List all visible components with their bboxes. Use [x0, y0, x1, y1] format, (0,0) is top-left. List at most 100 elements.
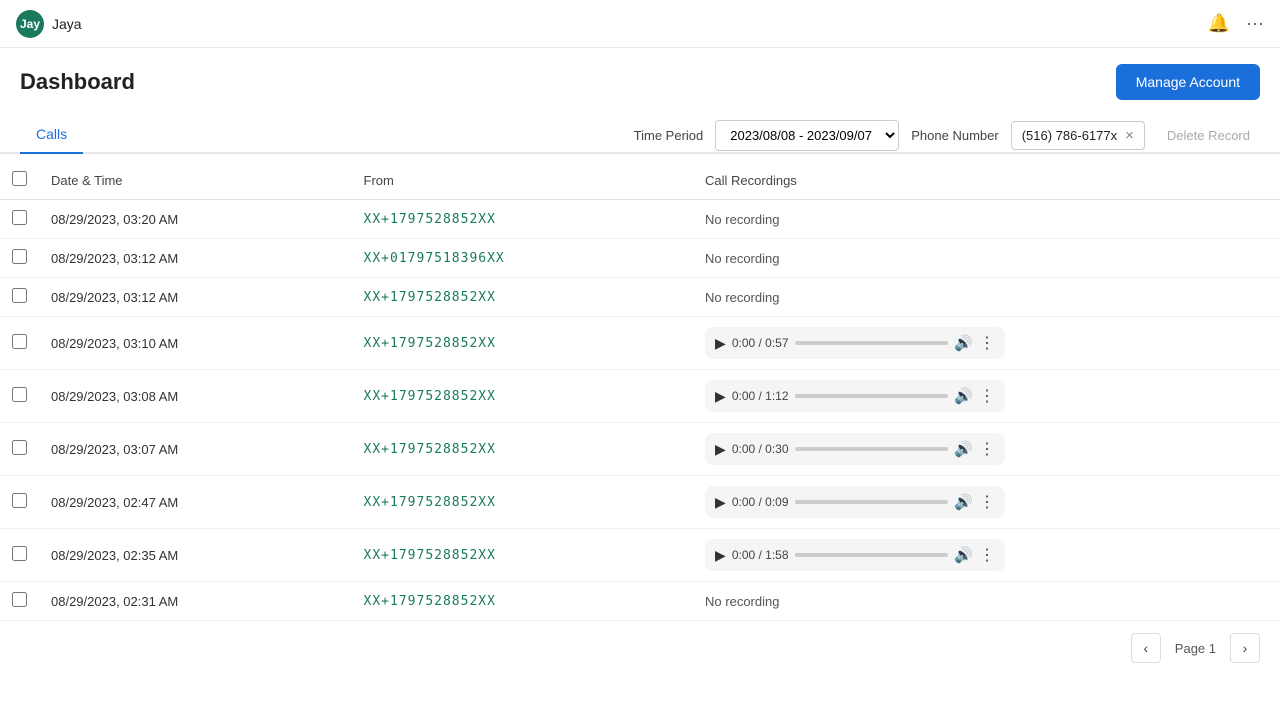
- row-checkbox-cell: [0, 370, 39, 423]
- audio-time: 0:00 / 0:09: [732, 495, 789, 509]
- row-datetime: 08/29/2023, 02:35 AM: [39, 529, 352, 582]
- volume-button[interactable]: 🔊: [954, 493, 973, 511]
- row-from: XX+1797528852XX: [352, 529, 694, 582]
- no-recording-label: No recording: [705, 212, 779, 227]
- row-checkbox[interactable]: [12, 493, 27, 508]
- row-recording: ▶ 0:00 / 1:12 🔊 ⋮: [693, 370, 1280, 423]
- row-checkbox[interactable]: [12, 440, 27, 455]
- row-checkbox[interactable]: [12, 210, 27, 225]
- row-checkbox[interactable]: [12, 288, 27, 303]
- row-from: XX+1797528852XX: [352, 370, 694, 423]
- audio-more-button[interactable]: ⋮: [979, 333, 995, 353]
- audio-more-button[interactable]: ⋮: [979, 386, 995, 406]
- row-datetime: 08/29/2023, 03:10 AM: [39, 317, 352, 370]
- row-datetime: 08/29/2023, 03:12 AM: [39, 278, 352, 317]
- page-title: Dashboard: [20, 69, 135, 95]
- play-button[interactable]: ▶: [715, 494, 726, 511]
- prev-page-button[interactable]: ‹: [1131, 633, 1161, 663]
- audio-time: 0:00 / 1:58: [732, 548, 789, 562]
- more-options-button[interactable]: ···: [1246, 13, 1264, 34]
- pagination-row: ‹ Page 1 ›: [0, 621, 1280, 675]
- row-recording: ▶ 0:00 / 0:30 🔊 ⋮: [693, 423, 1280, 476]
- table-row: 08/29/2023, 03:07 AMXX+1797528852XX ▶ 0:00…: [0, 423, 1280, 476]
- more-icon: ···: [1246, 13, 1264, 34]
- row-checkbox[interactable]: [12, 592, 27, 607]
- col-recordings: Call Recordings: [693, 161, 1280, 200]
- volume-button[interactable]: 🔊: [954, 387, 973, 405]
- row-from: XX+1797528852XX: [352, 200, 694, 239]
- row-from: XX+1797528852XX: [352, 278, 694, 317]
- row-recording: No recording: [693, 278, 1280, 317]
- row-from: XX+01797518396XX: [352, 239, 694, 278]
- audio-player: ▶ 0:00 / 1:12 🔊 ⋮: [705, 380, 1005, 412]
- audio-player: ▶ 0:00 / 0:09 🔊 ⋮: [705, 486, 1005, 518]
- row-from: XX+1797528852XX: [352, 423, 694, 476]
- row-checkbox-cell: [0, 423, 39, 476]
- progress-bar[interactable]: [795, 500, 949, 504]
- row-checkbox-cell: [0, 582, 39, 621]
- page-label: Page 1: [1169, 641, 1222, 656]
- row-recording: ▶ 0:00 / 0:09 🔊 ⋮: [693, 476, 1280, 529]
- time-period-select[interactable]: 2023/08/08 - 2023/09/07: [715, 120, 899, 151]
- volume-button[interactable]: 🔊: [954, 546, 973, 564]
- delete-record-button[interactable]: Delete Record: [1157, 122, 1260, 149]
- volume-button[interactable]: 🔊: [954, 334, 973, 352]
- no-recording-label: No recording: [705, 251, 779, 266]
- play-button[interactable]: ▶: [715, 547, 726, 564]
- audio-time: 0:00 / 0:30: [732, 442, 789, 456]
- user-name: Jaya: [52, 16, 82, 32]
- table-row: 08/29/2023, 02:35 AMXX+1797528852XX ▶ 0:00…: [0, 529, 1280, 582]
- audio-more-button[interactable]: ⋮: [979, 439, 995, 459]
- row-checkbox-cell: [0, 317, 39, 370]
- table-row: 08/29/2023, 03:10 AMXX+1797528852XX▶0:00…: [0, 317, 1280, 370]
- row-checkbox[interactable]: [12, 249, 27, 264]
- row-datetime: 08/29/2023, 03:07 AM: [39, 423, 352, 476]
- play-button[interactable]: ▶: [715, 388, 726, 405]
- no-recording-label: No recording: [705, 290, 779, 305]
- row-checkbox-cell: [0, 278, 39, 317]
- progress-bar[interactable]: [795, 553, 949, 557]
- phone-number-tag: (516) 786-6177x ×: [1011, 121, 1145, 150]
- play-button[interactable]: ▶: [715, 441, 726, 458]
- row-checkbox[interactable]: [12, 334, 27, 349]
- row-datetime: 08/29/2023, 02:31 AM: [39, 582, 352, 621]
- row-datetime: 08/29/2023, 03:08 AM: [39, 370, 352, 423]
- row-checkbox-cell: [0, 529, 39, 582]
- audio-player: ▶ 0:00 / 0:57 🔊 ⋮: [705, 327, 1005, 359]
- calls-table: Date & Time From Call Recordings 08/29/2…: [0, 161, 1280, 621]
- time-period-label: Time Period: [634, 128, 704, 143]
- manage-account-button[interactable]: Manage Account: [1116, 64, 1260, 100]
- play-button[interactable]: ▶: [715, 335, 726, 352]
- table-row: 08/29/2023, 02:31 AMXX+1797528852XXNo re…: [0, 582, 1280, 621]
- audio-time: 0:00 / 1:12: [732, 389, 789, 403]
- topbar: Jay Jaya 🔔 ···: [0, 0, 1280, 48]
- topbar-left: Jay Jaya: [16, 10, 82, 38]
- row-recording: No recording: [693, 582, 1280, 621]
- row-from: XX+1797528852XX: [352, 476, 694, 529]
- audio-more-button[interactable]: ⋮: [979, 545, 995, 565]
- bell-icon: 🔔: [1208, 13, 1230, 34]
- phone-number-clear-button[interactable]: ×: [1125, 127, 1134, 144]
- phone-number-value: (516) 786-6177x: [1022, 128, 1117, 143]
- table-row: 08/29/2023, 03:08 AMXX+1797528852XX ▶ 0:00…: [0, 370, 1280, 423]
- col-from: From: [352, 161, 694, 200]
- progress-bar[interactable]: [795, 394, 949, 398]
- prev-icon: ‹: [1143, 640, 1148, 656]
- page-header: Dashboard Manage Account: [0, 48, 1280, 112]
- next-icon: ›: [1243, 640, 1248, 656]
- no-recording-label: No recording: [705, 594, 779, 609]
- row-checkbox[interactable]: [12, 546, 27, 561]
- audio-more-button[interactable]: ⋮: [979, 492, 995, 512]
- topbar-icons: 🔔 ···: [1208, 13, 1264, 34]
- col-datetime: Date & Time: [39, 161, 352, 200]
- notifications-button[interactable]: 🔔: [1208, 13, 1230, 34]
- next-page-button[interactable]: ›: [1230, 633, 1260, 663]
- audio-player: ▶ 0:00 / 1:58 🔊 ⋮: [705, 539, 1005, 571]
- progress-bar[interactable]: [795, 447, 949, 451]
- volume-button[interactable]: 🔊: [954, 440, 973, 458]
- select-all-checkbox[interactable]: [12, 171, 27, 186]
- row-checkbox[interactable]: [12, 387, 27, 402]
- progress-bar[interactable]: [795, 341, 949, 345]
- row-datetime: 08/29/2023, 03:20 AM: [39, 200, 352, 239]
- audio-time: 0:00 / 0:57: [732, 336, 789, 350]
